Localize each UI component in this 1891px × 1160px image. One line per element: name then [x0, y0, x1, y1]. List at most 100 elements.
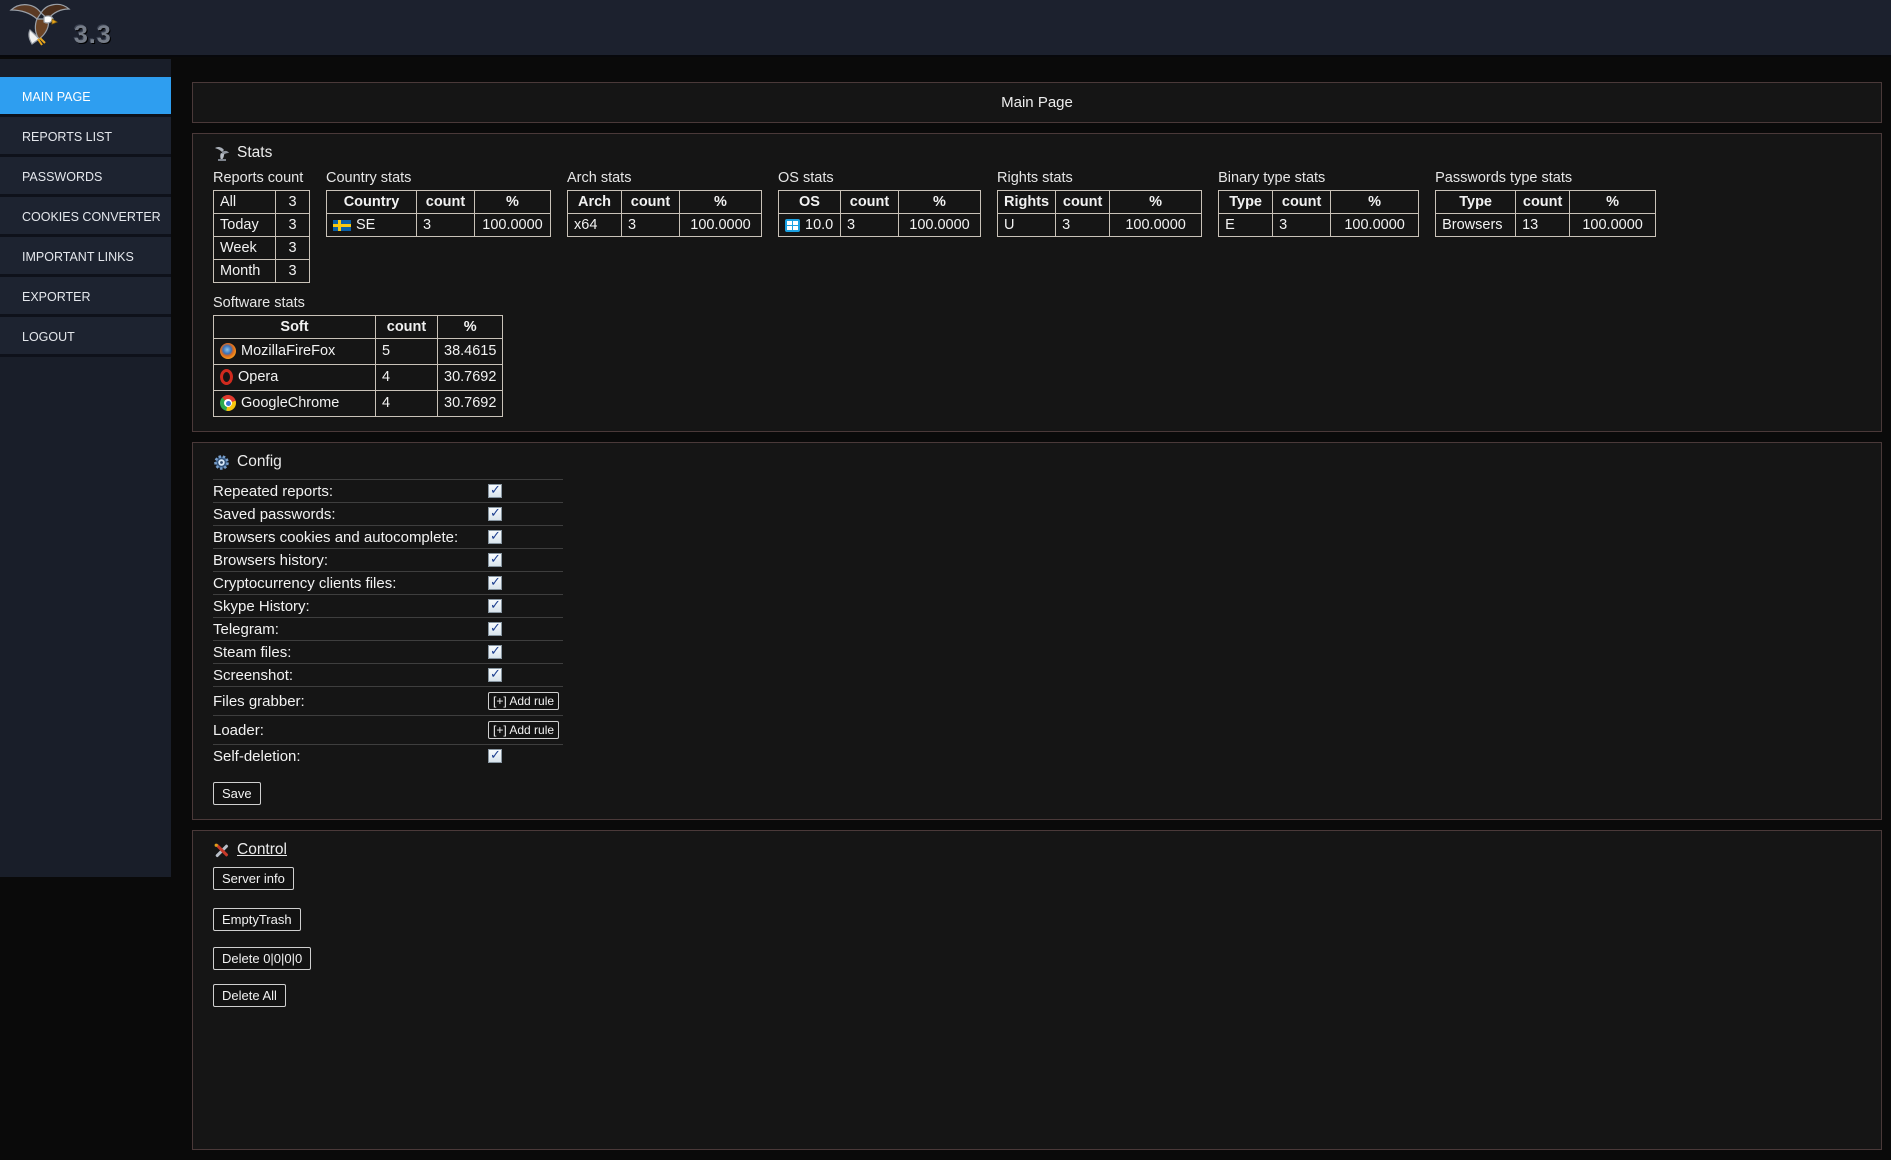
- sidebar-item-main-page[interactable]: MAIN PAGE: [0, 77, 171, 117]
- arch-stats-title: Arch stats: [567, 170, 762, 186]
- table-row: Week 3: [214, 237, 310, 260]
- country-stats-block: Country stats Country count % SE 3 100.0…: [326, 170, 551, 237]
- rights-count: 3: [1056, 214, 1110, 237]
- config-label: Browsers cookies and autocomplete:: [213, 529, 488, 546]
- config-row-saved-passwords: Saved passwords:: [213, 503, 563, 526]
- saved-passwords-checkbox[interactable]: [488, 507, 502, 521]
- rights-stats-title: Rights stats: [997, 170, 1202, 186]
- config-label: Files grabber:: [213, 693, 488, 710]
- table-header-row: Rights count %: [998, 191, 1202, 214]
- binary-pct: 100.0000: [1331, 214, 1419, 237]
- binary-type-stats-block: Binary type stats Type count % E 3 100.0…: [1218, 170, 1419, 237]
- sidebar-item-important-links[interactable]: IMPORTANT LINKS: [0, 237, 171, 277]
- reports-row-label: Month: [214, 260, 276, 283]
- loader-add-rule-button[interactable]: [+] Add rule: [488, 721, 559, 739]
- delete-counts-button[interactable]: Delete 0|0|0|0: [213, 947, 311, 970]
- files-grabber-add-rule-button[interactable]: [+] Add rule: [488, 692, 559, 710]
- repeated-reports-checkbox[interactable]: [488, 484, 502, 498]
- config-label: Cryptocurrency clients files:: [213, 575, 488, 592]
- os-stats-table: OS count % 10.0 3 100.0000: [778, 190, 981, 237]
- binary-count: 3: [1273, 214, 1331, 237]
- sidebar-item-logout[interactable]: LOGOUT: [0, 317, 171, 357]
- sidebar-item-reports-list[interactable]: REPORTS LIST: [0, 117, 171, 157]
- country-stats-title: Country stats: [326, 170, 551, 186]
- config-row-self-deletion: Self-deletion:: [213, 745, 563, 768]
- browsers-history-checkbox[interactable]: [488, 553, 502, 567]
- steam-files-checkbox[interactable]: [488, 645, 502, 659]
- os-stats-block: OS stats OS count % 10.0 3 100.0000: [778, 170, 981, 237]
- table-header-row: Soft count %: [214, 316, 503, 339]
- os-pct: 100.0000: [899, 214, 981, 237]
- config-panel: Config Repeated reports: Saved passwords…: [192, 442, 1882, 820]
- skype-history-checkbox[interactable]: [488, 599, 502, 613]
- config-row-cryptocurrency: Cryptocurrency clients files:: [213, 572, 563, 595]
- save-button[interactable]: Save: [213, 782, 261, 805]
- app-version: 3.3: [74, 21, 112, 50]
- page-title-panel: Main Page: [192, 82, 1882, 123]
- config-row-screenshot: Screenshot:: [213, 664, 563, 687]
- empty-trash-button[interactable]: EmptyTrash: [213, 908, 301, 931]
- reports-count-block: Reports count All 3 Today 3 Week 3 Month…: [213, 170, 310, 283]
- binary-type-stats-table: Type count % E 3 100.0000: [1218, 190, 1419, 237]
- page-title: Main Page: [1001, 94, 1073, 111]
- table-row: Opera 4 30.7692: [214, 365, 503, 391]
- config-row-files-grabber: Files grabber: [+] Add rule: [213, 687, 563, 716]
- config-row-loader: Loader: [+] Add rule: [213, 716, 563, 745]
- main-content: Main Page Stats Reports count All: [192, 82, 1882, 1160]
- country-count: 3: [417, 214, 475, 237]
- rights-stats-table: Rights count % U 3 100.0000: [997, 190, 1202, 237]
- flag-se-icon: [333, 220, 351, 231]
- screenshot-checkbox[interactable]: [488, 668, 502, 682]
- arch-count: 3: [622, 214, 680, 237]
- self-deletion-checkbox[interactable]: [488, 749, 502, 763]
- software-stats-title: Software stats: [213, 295, 1861, 311]
- config-row-steam-files: Steam files:: [213, 641, 563, 664]
- control-button-row: Delete All: [213, 984, 1861, 1007]
- reports-row-value: 3: [276, 191, 310, 214]
- os-stats-title: OS stats: [778, 170, 981, 186]
- reports-count-title: Reports count: [213, 170, 310, 186]
- browsers-cookies-checkbox[interactable]: [488, 530, 502, 544]
- reports-row-label: All: [214, 191, 276, 214]
- software-label: GoogleChrome: [241, 395, 339, 411]
- arch-stats-block: Arch stats Arch count % x64 3 100.0000: [567, 170, 762, 237]
- table-row: E 3 100.0000: [1219, 214, 1419, 237]
- passwords-type-stats-title: Passwords type stats: [1435, 170, 1656, 186]
- config-heading: Config: [213, 453, 1861, 471]
- delete-all-button[interactable]: Delete All: [213, 984, 286, 1007]
- country-label: SE: [356, 217, 375, 233]
- software-pct: 30.7692: [438, 365, 503, 391]
- table-header-row: Type count %: [1219, 191, 1419, 214]
- server-info-button[interactable]: Server info: [213, 867, 294, 890]
- control-title[interactable]: Control: [237, 841, 287, 859]
- sidebar-item-passwords[interactable]: PASSWORDS: [0, 157, 171, 197]
- table-row: Browsers 13 100.0000: [1436, 214, 1656, 237]
- config-row-skype-history: Skype History:: [213, 595, 563, 618]
- config-label: Screenshot:: [213, 667, 488, 684]
- table-row: GoogleChrome 4 30.7692: [214, 391, 503, 417]
- country-stats-table: Country count % SE 3 100.0000: [326, 190, 551, 237]
- config-label: Skype History:: [213, 598, 488, 615]
- arch-stats-table: Arch count % x64 3 100.0000: [567, 190, 762, 237]
- table-row: Today 3: [214, 214, 310, 237]
- table-row: 10.0 3 100.0000: [779, 214, 981, 237]
- sidebar-item-cookies-converter[interactable]: COOKIES CONVERTER: [0, 197, 171, 237]
- config-label: Self-deletion:: [213, 748, 488, 765]
- binary-type-stats-title: Binary type stats: [1218, 170, 1419, 186]
- sidebar-item-exporter[interactable]: EXPORTER: [0, 277, 171, 317]
- gear-icon: [213, 454, 230, 471]
- eagle-logo-icon: [8, 0, 72, 55]
- reports-row-label: Week: [214, 237, 276, 260]
- os-count: 3: [841, 214, 899, 237]
- binary-label: E: [1219, 214, 1273, 237]
- table-header-row: OS count %: [779, 191, 981, 214]
- passwords-label: Browsers: [1436, 214, 1516, 237]
- rights-pct: 100.0000: [1110, 214, 1202, 237]
- config-row-browsers-cookies: Browsers cookies and autocomplete:: [213, 526, 563, 549]
- cryptocurrency-checkbox[interactable]: [488, 576, 502, 590]
- reports-row-value: 3: [276, 237, 310, 260]
- telegram-checkbox[interactable]: [488, 622, 502, 636]
- table-header-row: Arch count %: [568, 191, 762, 214]
- stats-heading: Stats: [213, 144, 1861, 162]
- topbar: 3.3: [0, 0, 1891, 57]
